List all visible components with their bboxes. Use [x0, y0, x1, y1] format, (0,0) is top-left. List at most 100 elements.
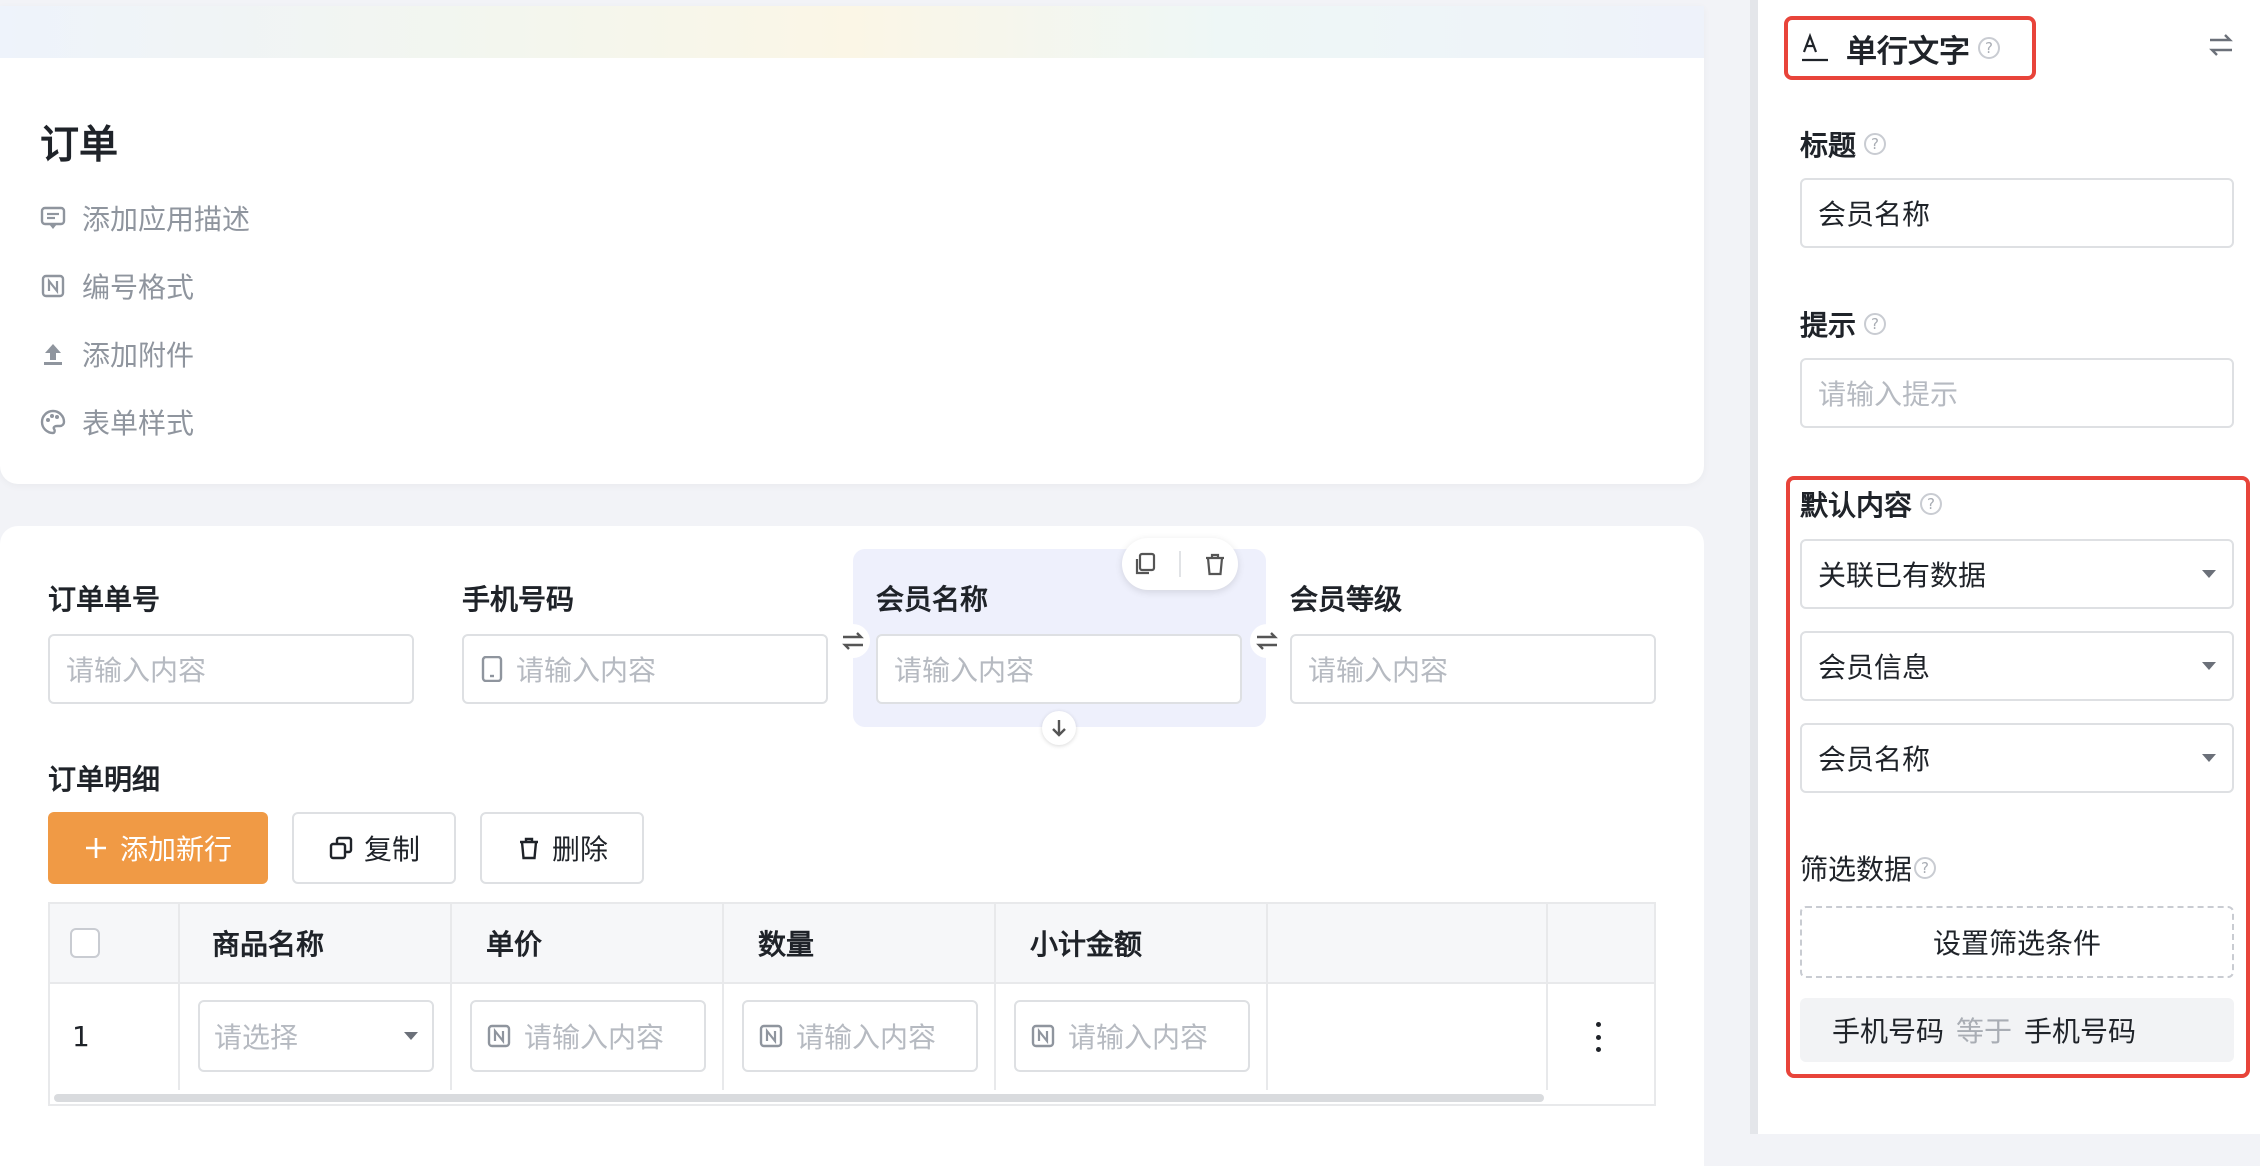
palette-icon [40, 409, 66, 435]
column-divider [994, 904, 996, 1090]
copy-field-icon[interactable] [1132, 551, 1158, 577]
field-label-order-no: 订单单号 [48, 583, 161, 616]
arrow-down-icon [1052, 720, 1066, 737]
column-divider [178, 904, 180, 1090]
move-down-handle[interactable] [1042, 711, 1076, 745]
product-select-placeholder: 请选择 [214, 1021, 299, 1054]
numbering-icon [487, 1024, 511, 1048]
chevron-down-icon [404, 1032, 418, 1040]
phone-placeholder: 请输入内容 [516, 654, 657, 687]
member-level-input[interactable]: 请输入内容 [1290, 634, 1656, 704]
add-attachment-link[interactable]: 添加附件 [40, 332, 194, 376]
add-row-label: 添加新行 [119, 833, 232, 866]
help-icon[interactable]: ? [1914, 857, 1937, 879]
field-type-label: 单行文字 [1846, 33, 1970, 70]
delete-row-button[interactable]: 删除 [480, 812, 644, 884]
field-toolbar [1122, 538, 1238, 590]
swap-icon [842, 632, 864, 650]
form-style-link[interactable]: 表单样式 [40, 400, 194, 444]
field-label-member-name: 会员名称 [876, 583, 989, 616]
numbering-icon [1031, 1024, 1055, 1048]
phone-input[interactable]: 请输入内容 [462, 634, 828, 704]
column-header-quantity: 数量 [758, 928, 815, 961]
default-value-label: 默认内容 [1800, 489, 1913, 522]
title-input[interactable]: 会员名称 [1800, 178, 2234, 248]
column-divider [1546, 904, 1548, 1090]
swap-icon [1256, 632, 1278, 650]
row-index: 1 [72, 1020, 90, 1053]
source-form-select[interactable]: 会员信息 [1800, 631, 2234, 701]
default-value-setting: 默认内容 ? [1800, 484, 1943, 524]
default-mode-value: 关联已有数据 [1818, 559, 1987, 592]
app-header-card: 订单 添加应用描述 编号格式 添加附件 表单样式 [0, 6, 1704, 484]
column-divider [450, 904, 452, 1090]
source-form-value: 会员信息 [1818, 651, 1931, 684]
chevron-down-icon [2202, 754, 2216, 762]
member-name-placeholder: 请输入内容 [894, 654, 1035, 687]
numbering-format-link[interactable]: 编号格式 [40, 264, 194, 308]
quantity-placeholder: 请输入内容 [796, 1021, 937, 1054]
set-filter-button[interactable]: 设置筛选条件 [1800, 906, 2234, 978]
title-setting: 标题 ? [1800, 124, 1887, 164]
help-icon[interactable]: ? [1978, 37, 2000, 59]
copy-row-label: 复制 [363, 833, 420, 866]
column-header-subtotal: 小计金额 [1030, 928, 1143, 961]
default-mode-select[interactable]: 关联已有数据 [1800, 539, 2234, 609]
numbering-icon [759, 1024, 783, 1048]
filter-setting: 筛选数据 ? [1800, 848, 1937, 888]
copy-row-button[interactable]: 复制 [292, 812, 456, 884]
order-no-placeholder: 请输入内容 [66, 654, 207, 687]
copy-icon [329, 836, 353, 860]
title-setting-label: 标题 [1800, 129, 1857, 162]
form-style-label: 表单样式 [82, 407, 195, 440]
condition-operator: 等于 [1956, 1015, 2013, 1048]
hint-input[interactable]: 请输入提示 [1800, 358, 2234, 428]
condition-right-field: 手机号码 [2024, 1015, 2137, 1048]
select-all-checkbox[interactable] [70, 928, 100, 958]
product-select[interactable]: 请选择 [198, 1000, 434, 1072]
quantity-input[interactable]: 请输入内容 [742, 1000, 978, 1072]
more-options-icon[interactable] [1588, 1022, 1608, 1052]
delete-field-icon[interactable] [1202, 551, 1228, 577]
help-icon[interactable]: ? [1864, 133, 1887, 155]
add-description-label: 添加应用描述 [82, 203, 251, 236]
field-type-header: 单行文字 ? [1800, 26, 2000, 70]
help-icon[interactable]: ? [1864, 313, 1887, 335]
add-attachment-label: 添加附件 [82, 339, 195, 372]
text-field-icon [1802, 33, 1828, 62]
hint-placeholder: 请输入提示 [1818, 378, 1959, 411]
add-description-link[interactable]: 添加应用描述 [40, 196, 250, 240]
order-no-input[interactable]: 请输入内容 [48, 634, 414, 704]
plus-icon [85, 838, 106, 858]
horizontal-scrollbar[interactable] [54, 1094, 1544, 1102]
trash-icon [519, 837, 538, 860]
subtotal-input[interactable]: 请输入内容 [1014, 1000, 1250, 1072]
panel-divider [1750, 0, 1758, 1134]
member-name-input[interactable]: 请输入内容 [876, 634, 1242, 704]
add-row-button[interactable]: 添加新行 [48, 812, 268, 884]
phone-icon [481, 656, 503, 682]
price-placeholder: 请输入内容 [524, 1021, 665, 1054]
help-icon[interactable]: ? [1920, 493, 1943, 515]
column-header-price: 单价 [486, 928, 543, 961]
column-header-product: 商品名称 [212, 928, 325, 961]
hint-setting: 提示 ? [1800, 304, 1887, 344]
chevron-down-icon [2202, 570, 2216, 578]
title-value: 会员名称 [1818, 198, 1931, 231]
chevron-down-icon [2202, 662, 2216, 670]
hint-setting-label: 提示 [1800, 309, 1857, 342]
filter-label: 筛选数据 [1800, 853, 1913, 886]
detail-table: 商品名称 单价 数量 小计金额 1 请选择 请输入内容 请输入内容 请输入内容 [48, 902, 1656, 1106]
detail-title: 订单明细 [48, 763, 161, 796]
switch-type-icon[interactable] [2206, 30, 2236, 60]
toolbar-divider [1178, 551, 1181, 577]
swap-left-handle[interactable] [836, 624, 870, 658]
filter-condition[interactable]: 手机号码 等于 手机号码 [1800, 998, 2234, 1062]
field-label-member-level: 会员等级 [1290, 583, 1403, 616]
source-field-value: 会员名称 [1818, 743, 1931, 776]
condition-left-field: 手机号码 [1832, 1015, 1945, 1048]
price-input[interactable]: 请输入内容 [470, 1000, 706, 1072]
source-field-select[interactable]: 会员名称 [1800, 723, 2234, 793]
app-title[interactable]: 订单 [40, 114, 118, 170]
swap-right-handle[interactable] [1250, 624, 1284, 658]
